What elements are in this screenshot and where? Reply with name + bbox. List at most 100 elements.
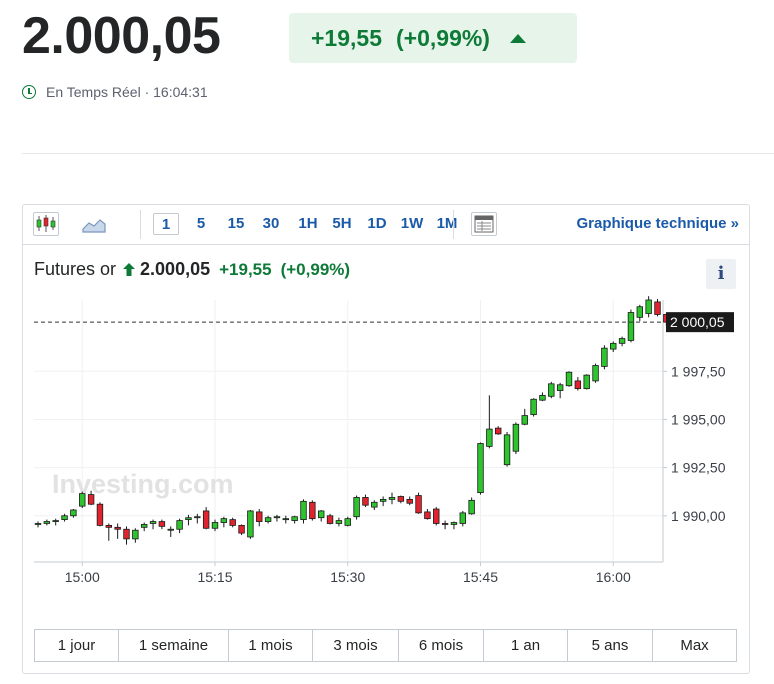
divider	[22, 153, 774, 154]
candle-body	[406, 498, 413, 504]
candle	[415, 492, 422, 514]
candle	[264, 515, 272, 524]
current-price-label: 2 000,05	[670, 314, 725, 330]
chart-legend: Futures or 2.000,05 +19,55 (+0,99%)	[34, 259, 350, 280]
candle-body	[565, 371, 573, 387]
candle	[114, 523, 121, 539]
change-percent: (+0,99%)	[396, 24, 490, 51]
technical-chart-link[interactable]: Graphique technique »	[576, 213, 739, 235]
candle	[149, 519, 157, 530]
range-1-week[interactable]: 1 semaine	[119, 630, 229, 661]
candle-body	[494, 427, 502, 435]
candle	[34, 521, 42, 528]
x-tick-label: 15:00	[65, 569, 100, 585]
candle	[291, 515, 298, 524]
change-badge: +19,55 (+0,99%)	[289, 13, 577, 63]
candle-body	[459, 512, 466, 524]
candle-body	[132, 529, 139, 540]
candle-body	[229, 519, 236, 526]
candle	[309, 500, 316, 521]
candle	[636, 304, 643, 322]
info-icon[interactable]: i	[706, 259, 736, 289]
candle-body	[291, 516, 298, 521]
timeframe-1d[interactable]: 1D	[362, 213, 392, 235]
candle	[379, 496, 387, 507]
candle	[220, 516, 228, 528]
range-1-year[interactable]: 1 an	[484, 630, 568, 661]
candlestick-chart-icon[interactable]	[33, 212, 59, 236]
candle	[96, 502, 104, 527]
realtime-status: En Temps Réel · 16:04:31	[22, 84, 208, 100]
candle-body	[636, 306, 643, 318]
candle-body	[530, 398, 537, 416]
range-6-months[interactable]: 6 mois	[399, 630, 484, 661]
candle	[548, 381, 555, 399]
candle	[344, 516, 351, 527]
candle-body	[397, 496, 405, 502]
timeframe-15[interactable]: 15	[223, 213, 249, 235]
candle-body	[362, 497, 369, 506]
timeframe-1m[interactable]: 1M	[432, 213, 462, 235]
x-tick-label: 15:30	[330, 569, 365, 585]
price-value: 2.000,05	[22, 7, 221, 65]
x-axis: 15:00 15:15 15:30 15:45 16:00	[65, 562, 631, 585]
candle	[477, 442, 484, 495]
candle-body	[61, 515, 68, 521]
candle	[441, 520, 449, 530]
up-arrow-icon	[509, 33, 526, 43]
candle	[486, 395, 493, 449]
candle	[353, 495, 360, 520]
range-1-month[interactable]: 1 mois	[229, 630, 313, 661]
timeframe-1w[interactable]: 1W	[397, 213, 427, 235]
candle	[247, 509, 254, 539]
candle-body	[158, 521, 166, 527]
candle-body	[521, 415, 528, 425]
table-view-icon[interactable]	[471, 212, 497, 236]
candle-body	[273, 516, 281, 519]
candles	[34, 296, 670, 545]
candle-body	[123, 528, 130, 540]
chart-toolbar: 1 5 15 30 1H 5H 1D 1W 1M Graphique techn…	[23, 205, 749, 245]
candle	[503, 431, 511, 467]
x-tick-label: 16:00	[596, 569, 631, 585]
candle-body	[371, 501, 378, 508]
candle-body	[114, 526, 121, 530]
candle-body	[468, 499, 475, 515]
candle-body	[247, 510, 254, 538]
candlestick-chart[interactable]: Investing.com 2 000,05 1 990,001 992,501…	[22, 296, 750, 588]
chart-card: 1 5 15 30 1H 5H 1D 1W 1M Graphique techn…	[22, 204, 750, 674]
candle-body	[503, 434, 511, 466]
clock-icon	[22, 85, 36, 99]
y-tick-label: 1 995,00	[671, 411, 726, 427]
timeframe-5[interactable]: 5	[188, 213, 214, 235]
candle-body	[344, 518, 351, 526]
timeframe-1[interactable]: 1	[153, 213, 179, 235]
candle-body	[149, 521, 157, 524]
range-5-years[interactable]: 5 ans	[568, 630, 653, 661]
range-1-day[interactable]: 1 jour	[35, 630, 119, 661]
candle	[132, 528, 139, 543]
candle	[627, 309, 635, 343]
candle-body	[548, 383, 555, 397]
timeframe-30[interactable]: 30	[258, 213, 284, 235]
legend-change: +19,55	[219, 259, 272, 279]
candle	[459, 510, 466, 527]
range-selector: 1 jour 1 semaine 1 mois 3 mois 6 mois 1 …	[34, 629, 737, 662]
candle-body	[185, 517, 192, 521]
candle	[521, 408, 528, 426]
candle	[256, 509, 263, 527]
range-3-months[interactable]: 3 mois	[313, 630, 399, 661]
candle-body	[87, 494, 95, 505]
candle	[282, 515, 289, 524]
timeframe-5h[interactable]: 5H	[327, 213, 357, 235]
area-chart-icon[interactable]	[81, 212, 107, 236]
candle-body	[556, 384, 564, 391]
candle-body	[654, 301, 661, 315]
timeframe-1h[interactable]: 1H	[293, 213, 323, 235]
candle-body	[194, 516, 201, 519]
candle	[592, 363, 599, 383]
candle	[601, 345, 608, 370]
range-max[interactable]: Max	[653, 630, 736, 661]
candle-body	[220, 518, 228, 523]
candle	[424, 509, 431, 520]
